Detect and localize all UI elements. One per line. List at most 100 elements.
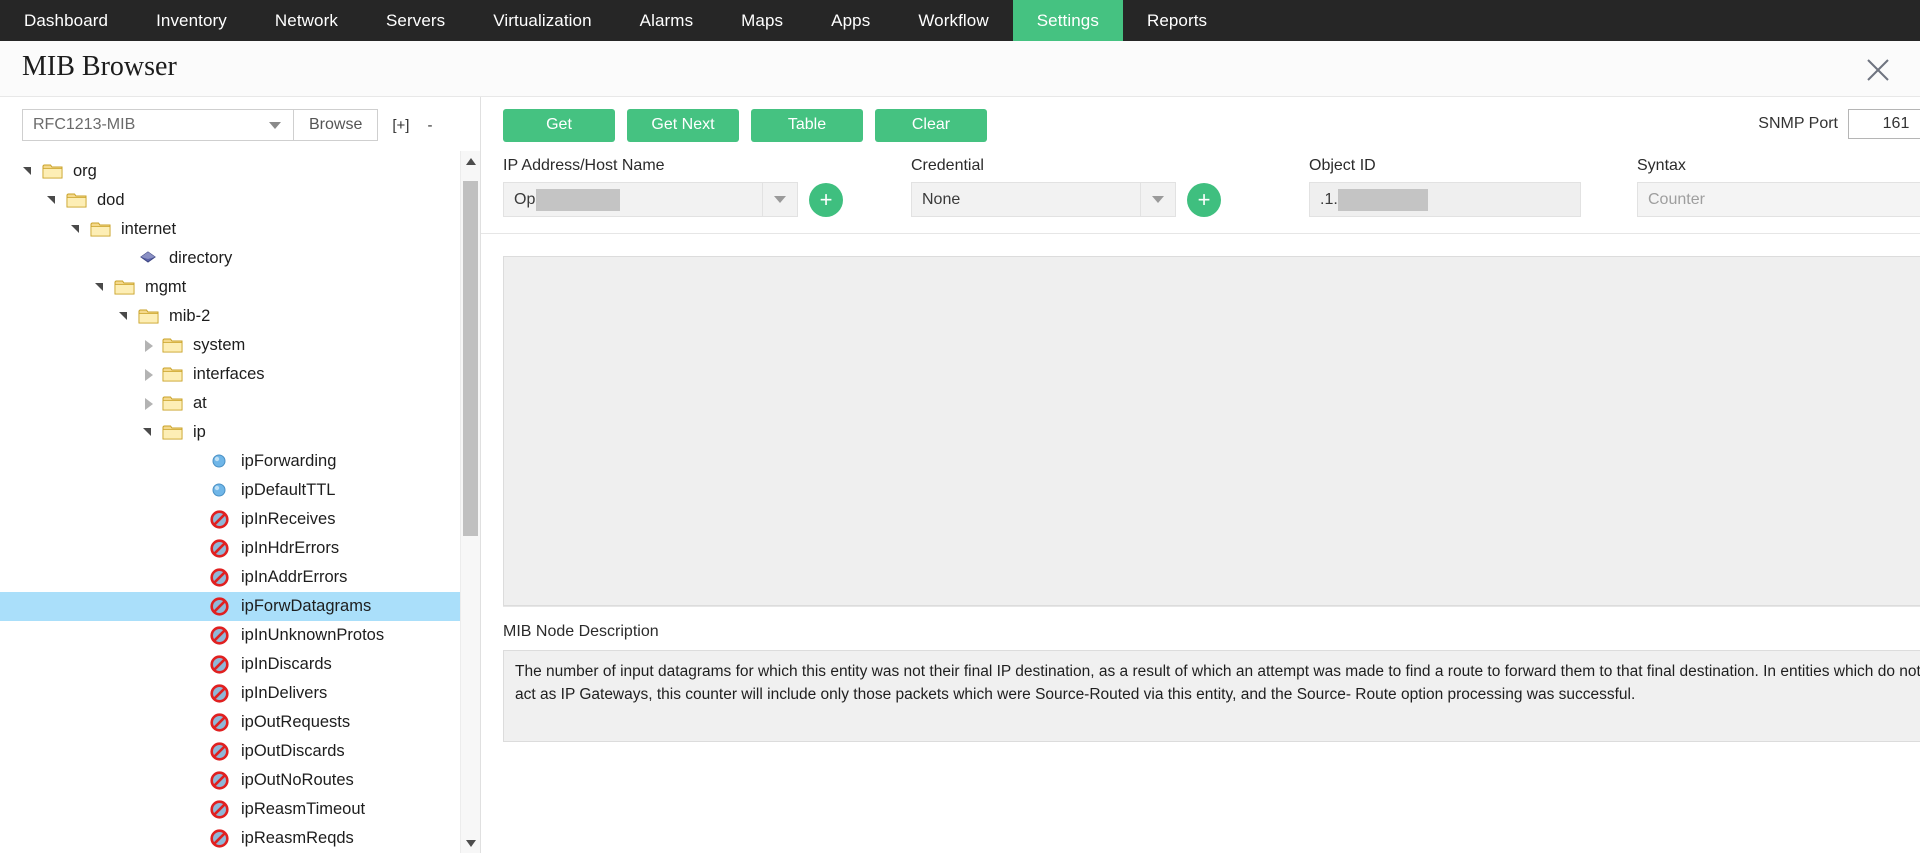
tree-node[interactable]: ipForwarding <box>0 447 460 476</box>
tree-node[interactable]: system <box>0 331 460 360</box>
nav-item-apps[interactable]: Apps <box>807 0 894 41</box>
tree-node-label: ipInAddrErrors <box>241 568 348 587</box>
add-credential-button[interactable]: + <box>1187 182 1221 217</box>
collapse-triangle-icon[interactable] <box>70 223 84 237</box>
folder-icon <box>162 394 184 414</box>
ip-address-input[interactable]: Op <box>503 182 798 217</box>
snmp-port-input[interactable] <box>1848 109 1920 139</box>
credential-label: Credential <box>911 157 984 174</box>
expand-triangle-icon[interactable] <box>142 397 156 411</box>
diamond-icon <box>138 249 160 269</box>
tree-node-label: org <box>73 162 97 181</box>
mib-select-value: RFC1213-MIB <box>33 116 136 133</box>
collapse-triangle-icon[interactable] <box>118 310 132 324</box>
tree-node[interactable]: ipReasmReqds <box>0 824 460 853</box>
collapse-triangle-icon[interactable] <box>22 165 36 179</box>
chevron-down-icon[interactable] <box>1141 196 1175 203</box>
tree-node[interactable]: interfaces <box>0 360 460 389</box>
mib-tree: org dod internet directory mgmt mib-2 system in… <box>0 151 460 853</box>
nav-item-inventory[interactable]: Inventory <box>132 0 251 41</box>
nav-item-reports[interactable]: Reports <box>1123 0 1231 41</box>
tree-node-label: ipInUnknownProtos <box>241 626 385 645</box>
object-id-input[interactable]: .1. <box>1309 182 1581 217</box>
tree-node[interactable]: at <box>0 389 460 418</box>
blue-sphere-icon <box>210 452 232 472</box>
tree-node[interactable]: ipDefaultTTL <box>0 476 460 505</box>
table-button[interactable]: Table <box>751 108 863 142</box>
nav-item-virtualization[interactable]: Virtualization <box>469 0 615 41</box>
tree-node[interactable]: ip <box>0 418 460 447</box>
tree-node[interactable]: ipOutDiscards <box>0 737 460 766</box>
nav-item-settings[interactable]: Settings <box>1012 0 1123 41</box>
caret-down-icon[interactable] <box>461 833 481 853</box>
tree-node[interactable]: ipReasmTimeout <box>0 795 460 824</box>
tree-node[interactable]: org <box>0 157 460 186</box>
close-icon[interactable] <box>1863 55 1893 85</box>
tree-node-selected[interactable]: ipForwDatagrams <box>0 592 460 621</box>
no-entry-icon <box>210 741 232 762</box>
no-entry-icon <box>210 828 232 849</box>
tree-node[interactable]: ipInHdrErrors <box>0 534 460 563</box>
syntax-placeholder: Counter <box>1648 190 1705 208</box>
scrollbar-thumb[interactable] <box>463 181 478 536</box>
tree-node[interactable]: ipInUnknownProtos <box>0 621 460 650</box>
tree-node[interactable]: ipOutRequests <box>0 708 460 737</box>
folder-icon <box>162 423 184 443</box>
folder-icon <box>42 162 64 182</box>
tree-node-label: ip <box>193 423 206 442</box>
nav-item-workflow[interactable]: Workflow <box>894 0 1012 41</box>
tree-node-label: ipInHdrErrors <box>241 539 340 558</box>
mib-select-dropdown[interactable]: RFC1213-MIB <box>22 109 294 141</box>
expand-triangle-icon[interactable] <box>142 339 156 353</box>
tree-node-label: ipReasmTimeout <box>241 800 366 819</box>
chevron-down-icon[interactable] <box>763 196 797 203</box>
get-button[interactable]: Get <box>503 108 615 142</box>
folder-icon <box>162 336 184 356</box>
expand-all-button[interactable]: [+] <box>392 117 409 134</box>
add-ip-address-button[interactable]: + <box>809 182 843 217</box>
tree-node[interactable]: ipInDelivers <box>0 679 460 708</box>
tree-node[interactable]: ipInAddrErrors <box>0 563 460 592</box>
tree-vertical-scrollbar[interactable] <box>460 151 480 853</box>
tree-node[interactable]: ipInReceives <box>0 505 460 534</box>
no-entry-icon <box>210 799 232 820</box>
expand-triangle-icon[interactable] <box>142 368 156 382</box>
tree-node-label: directory <box>169 249 233 268</box>
credential-dropdown[interactable]: None <box>911 182 1176 217</box>
blue-sphere-icon <box>210 481 232 501</box>
get-next-button[interactable]: Get Next <box>627 108 739 142</box>
tree-node-label: ipDefaultTTL <box>241 481 336 500</box>
clear-button[interactable]: Clear <box>875 108 987 142</box>
folder-icon <box>138 307 160 327</box>
action-toolbar: Get Get Next Table Clear SNMP Port <box>481 97 1920 153</box>
tree-node[interactable]: ipInDiscards <box>0 650 460 679</box>
nav-item-dashboard[interactable]: Dashboard <box>0 0 132 41</box>
tree-node[interactable]: ipOutNoRoutes <box>0 766 460 795</box>
collapse-all-button[interactable]: - <box>427 117 432 134</box>
browse-button[interactable]: Browse <box>294 109 379 141</box>
chevron-down-icon <box>269 121 281 129</box>
query-result-panel <box>503 256 1920 606</box>
tree-node[interactable]: internet <box>0 215 460 244</box>
tree-node[interactable]: mib-2 <box>0 302 460 331</box>
nav-item-servers[interactable]: Servers <box>362 0 469 41</box>
collapse-triangle-icon[interactable] <box>46 194 60 208</box>
tree-node-label: interfaces <box>193 365 265 384</box>
collapse-triangle-icon[interactable] <box>94 281 108 295</box>
tree-node[interactable]: dod <box>0 186 460 215</box>
tree-node[interactable]: mgmt <box>0 273 460 302</box>
folder-icon <box>114 278 136 298</box>
nav-item-maps[interactable]: Maps <box>717 0 807 41</box>
nav-item-alarms[interactable]: Alarms <box>616 0 718 41</box>
collapse-triangle-icon[interactable] <box>142 426 156 440</box>
object-id-label: Object ID <box>1309 157 1376 174</box>
caret-up-icon[interactable] <box>461 151 481 171</box>
syntax-input[interactable]: Counter <box>1637 182 1920 217</box>
tree-node[interactable]: directory <box>0 244 460 273</box>
nav-item-network[interactable]: Network <box>251 0 362 41</box>
